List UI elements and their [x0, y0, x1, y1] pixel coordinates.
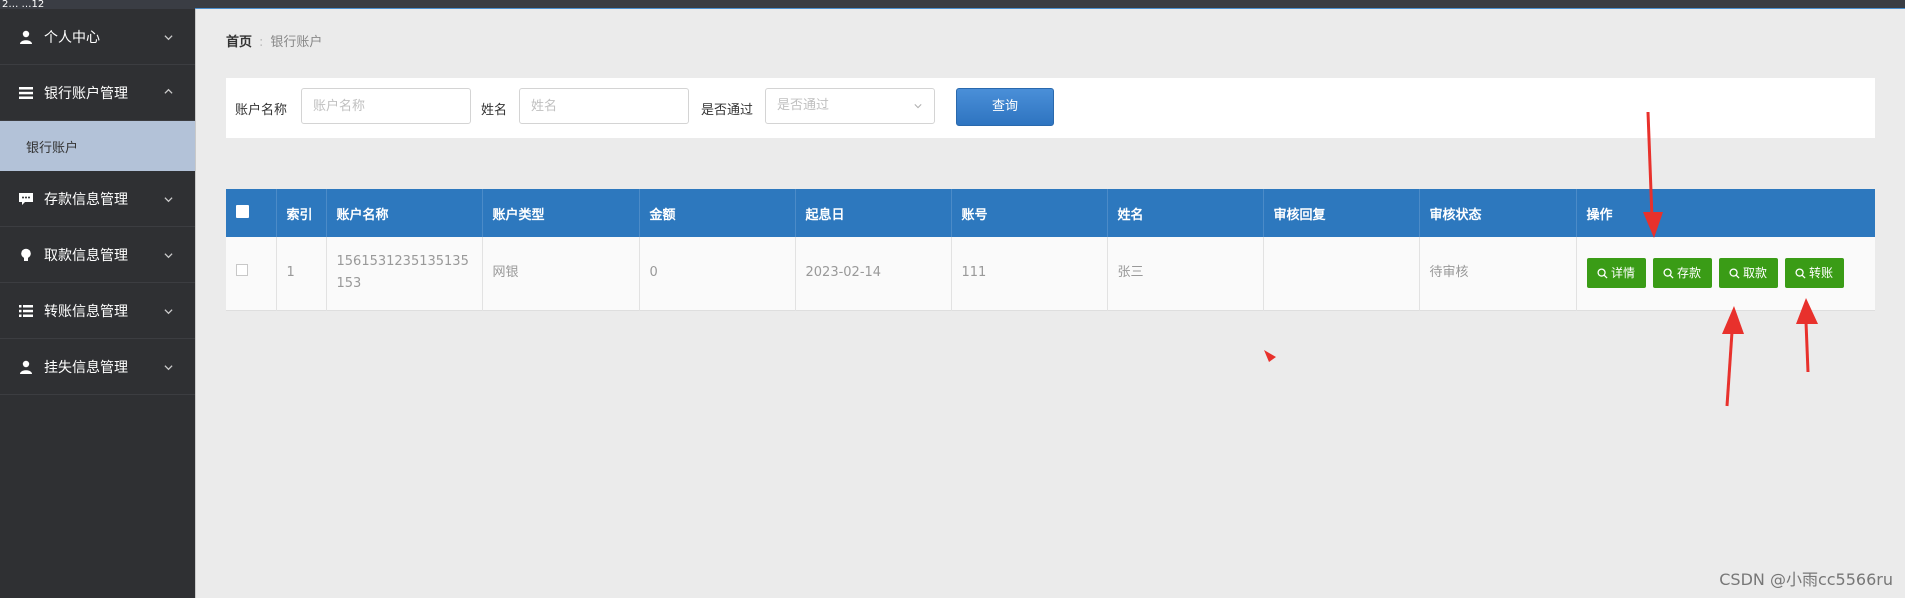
chevron-up-icon [164, 88, 173, 94]
sidebar-item-label: 银行账户管理 [44, 85, 128, 102]
search-icon [1663, 268, 1674, 279]
search-icon [1597, 268, 1608, 279]
cell-start-date: 2023-02-14 [795, 237, 952, 310]
chevron-down-icon [164, 364, 173, 370]
main-content: 首页: 银行账户 账户名称 姓名 是否通过 是否通过 查询 索引 账户名称 [195, 9, 1905, 598]
name-label: 姓名 [481, 103, 508, 118]
cell-index: 1 [276, 237, 327, 310]
row-checkbox[interactable] [236, 264, 248, 277]
bulb-icon [18, 247, 34, 263]
row-select-cell[interactable] [226, 237, 277, 310]
column-header: 索引 [276, 189, 327, 237]
breadcrumb-separator: : [259, 35, 264, 50]
detail-button[interactable]: 详情 [1586, 258, 1646, 289]
column-header: 账户类型 [482, 189, 640, 237]
sidebar-item-loss-report-management[interactable]: 挂失信息管理 [0, 339, 195, 395]
cell-actions: 详情 存款 取款 转账 [1576, 237, 1875, 310]
cell-review-status: 待审核 [1419, 237, 1577, 310]
cell-account-name: 1561531235135135153 [326, 237, 483, 310]
name-input[interactable] [519, 88, 689, 124]
cell-account-no: 111 [951, 237, 1108, 310]
account-name-input[interactable] [301, 88, 471, 124]
cell-name: 张三 [1107, 237, 1264, 310]
breadcrumb: 首页: 银行账户 [226, 31, 322, 50]
sidebar-item-personal-center[interactable]: 个人中心 [0, 9, 195, 65]
sidebar-item-transfer-management[interactable]: 转账信息管理 [0, 283, 195, 339]
select-all-checkbox[interactable] [236, 204, 249, 218]
cell-review-reply [1263, 237, 1420, 310]
chevron-down-icon [164, 196, 173, 202]
cell-account-type: 网银 [482, 237, 640, 310]
table-row: 1 1561531235135135153 网银 0 2023-02-14 11… [226, 237, 1875, 310]
passed-select-placeholder: 是否通过 [777, 98, 830, 113]
column-header: 起息日 [795, 189, 952, 237]
accounts-table: 索引 账户名称 账户类型 金额 起息日 账号 姓名 审核回复 审核状态 操作 1… [226, 189, 1875, 311]
sidebar: 个人中心 银行账户管理 银行账户 存款信息管理 取款信息管理 转账信息管理 挂失… [0, 9, 195, 598]
watermark: CSDN @小雨cc5566ru [1719, 570, 1893, 589]
query-button[interactable]: 查询 [956, 88, 1054, 126]
list-icon [18, 303, 34, 319]
passed-select[interactable]: 是否通过 [765, 88, 935, 124]
withdraw-button-label: 取款 [1742, 266, 1767, 281]
account-name-label: 账户名称 [235, 103, 288, 118]
cell-amount: 0 [639, 237, 796, 310]
deposit-button[interactable]: 存款 [1652, 258, 1712, 289]
top-bar: 2… …12 [0, 0, 1905, 10]
column-header: 账号 [951, 189, 1108, 237]
sidebar-item-label: 取款信息管理 [44, 247, 128, 264]
chevron-down-icon [164, 34, 173, 40]
deposit-button-label: 存款 [1676, 266, 1701, 281]
sidebar-subitem-label: 银行账户 [26, 140, 79, 156]
transfer-button-label: 转账 [1808, 266, 1833, 281]
column-header: 账户名称 [326, 189, 483, 237]
detail-button-label: 详情 [1610, 266, 1635, 281]
list-icon [18, 85, 34, 101]
sidebar-item-label: 转账信息管理 [44, 303, 128, 320]
sidebar-item-label: 个人中心 [44, 29, 100, 46]
chevron-down-icon [164, 252, 173, 258]
table-header-row: 索引 账户名称 账户类型 金额 起息日 账号 姓名 审核回复 审核状态 操作 [226, 189, 1875, 237]
column-header: 姓名 [1107, 189, 1264, 237]
sidebar-item-withdrawal-management[interactable]: 取款信息管理 [0, 227, 195, 283]
user-icon [18, 29, 34, 45]
withdraw-button[interactable]: 取款 [1718, 258, 1778, 289]
chevron-down-icon [164, 308, 173, 314]
column-header: 审核状态 [1419, 189, 1577, 237]
transfer-button[interactable]: 转账 [1784, 258, 1844, 289]
search-icon [1795, 268, 1806, 279]
comment-icon [18, 191, 34, 207]
breadcrumb-current: 银行账户 [270, 35, 323, 50]
top-bar-fragment: 2… …12 [2, 0, 45, 10]
passed-label: 是否通过 [701, 103, 754, 118]
search-panel: 账户名称 姓名 是否通过 是否通过 查询 [226, 78, 1875, 138]
column-header: 操作 [1586, 207, 1613, 223]
search-icon [1729, 268, 1740, 279]
chevron-down-icon [914, 104, 922, 109]
sidebar-item-label: 存款信息管理 [44, 191, 128, 208]
sidebar-subitem-bank-account[interactable]: 银行账户 [0, 121, 195, 171]
column-header: 审核回复 [1263, 189, 1420, 237]
select-all-cell[interactable] [226, 189, 277, 237]
sidebar-item-bank-account-management[interactable]: 银行账户管理 [0, 65, 195, 121]
breadcrumb-home[interactable]: 首页 [226, 35, 252, 50]
user-icon [18, 359, 34, 375]
sidebar-item-deposit-management[interactable]: 存款信息管理 [0, 171, 195, 227]
sidebar-item-label: 挂失信息管理 [44, 359, 128, 376]
column-header: 金额 [639, 189, 796, 237]
